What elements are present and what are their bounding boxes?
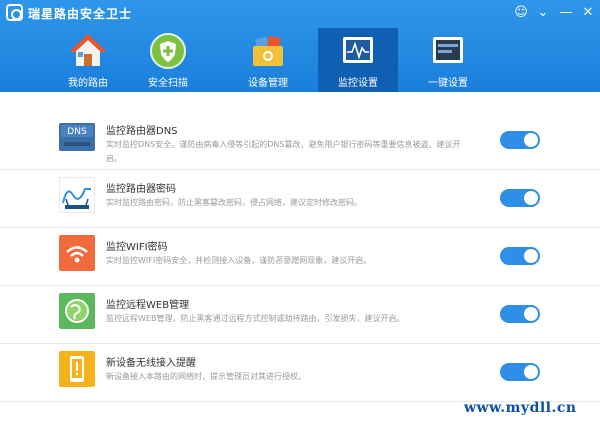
list-item-router-password: 监控路由器密码 实时监控路由密码，防止黑客篡改密码，侵占网络，建议定时修改密码。 — [0, 170, 600, 228]
tab-label: 我的路由 — [68, 78, 108, 89]
title-bar: 瑞星路由安全卫士 ☺ ⌄ — ✕ — [0, 0, 600, 26]
item-description: 实时监控DNS安全。谨防由病毒入侵等引起的DNS篡改，避免用户银行密码等重要信息… — [106, 140, 461, 163]
app-logo-icon — [6, 4, 23, 21]
menu-dropdown-button[interactable]: ⌄ — [534, 4, 552, 22]
wifi-icon — [59, 235, 95, 271]
phone-alert-icon — [59, 351, 95, 387]
item-title: 监控路由器DNS — [106, 126, 178, 137]
router-password-icon — [59, 177, 95, 213]
svg-text:DNS: DNS — [67, 127, 87, 137]
router-settings-icon — [433, 37, 463, 63]
item-title: 新设备无线接入提醒 — [106, 358, 196, 369]
globe-icon — [59, 293, 95, 329]
list-item-dns: DNS 监控路由器DNS 实时监控DNS安全。谨防由病毒入侵等引起的DNS篡改，… — [0, 112, 600, 170]
tab-monitor-settings[interactable]: 监控设置 — [318, 28, 398, 92]
header-bar: 瑞星路由安全卫士 ☺ ⌄ — ✕ 我的路由 安全扫描 设备管理 监控设置 一键设… — [0, 0, 600, 92]
wifi-password-toggle[interactable] — [500, 247, 540, 265]
tab-security-scan[interactable]: 安全扫描 — [128, 28, 208, 92]
dns-monitor-toggle[interactable] — [500, 131, 540, 149]
list-item-new-device-alert: 新设备无线接入提醒 新设备接入本路由的网络时，提示管理员对其进行授权。 — [0, 344, 600, 402]
item-title: 监控路由器密码 — [106, 184, 176, 195]
minimize-button[interactable]: — — [557, 4, 575, 22]
router-password-toggle[interactable] — [500, 189, 540, 207]
toggle-knob — [524, 307, 538, 321]
tab-one-click-settings[interactable]: 一键设置 — [408, 28, 488, 92]
house-icon — [70, 34, 106, 66]
list-item-remote-web: 监控远程WEB管理 监控远程WEB管理，防止黑客通过远程方式控制或劫持路由，引发… — [0, 286, 600, 344]
tab-label: 安全扫描 — [148, 78, 188, 89]
list-item-wifi-password: 监控WIFI密码 实时监控WIFI密码安全，并检测接入设备，谨防恶意蹭网现象，建… — [0, 228, 600, 286]
device-box-icon — [253, 36, 283, 66]
app-title: 瑞星路由安全卫士 — [28, 7, 133, 21]
toggle-knob — [524, 365, 538, 379]
item-title: 监控WIFI密码 — [106, 242, 168, 253]
item-title: 监控远程WEB管理 — [106, 300, 190, 311]
item-description: 新设备接入本路由的网络时，提示管理员对其进行授权。 — [106, 372, 306, 381]
user-icon[interactable]: ☺ — [512, 4, 530, 22]
tab-label: 一键设置 — [428, 78, 468, 89]
new-device-alert-toggle[interactable] — [500, 363, 540, 381]
main-tabs: 我的路由 安全扫描 设备管理 监控设置 一键设置 — [48, 28, 468, 92]
tab-label: 设备管理 — [248, 78, 288, 89]
watermark-text: www.mydll.cn — [464, 400, 577, 416]
item-description: 实时监控路由密码，防止黑客篡改密码，侵占网络，建议定时修改密码。 — [106, 198, 362, 207]
item-description: 实时监控WIFI密码安全，并检测接入设备，谨防恶意蹭网现象，建议开启。 — [106, 256, 372, 265]
tab-my-router[interactable]: 我的路由 — [48, 28, 128, 92]
shield-icon — [150, 33, 186, 69]
toggle-knob — [524, 191, 538, 205]
close-button[interactable]: ✕ — [579, 4, 597, 22]
dns-icon: DNS — [59, 123, 95, 151]
toggle-knob — [524, 133, 538, 147]
monitor-icon — [343, 37, 373, 63]
item-description: 监控远程WEB管理，防止黑客通过远程方式控制或劫持路由，引发损失，建议开启。 — [106, 314, 405, 323]
tab-device-management[interactable]: 设备管理 — [228, 28, 308, 92]
tab-label: 监控设置 — [338, 78, 378, 89]
toggle-knob — [524, 249, 538, 263]
remote-web-toggle[interactable] — [500, 305, 540, 323]
